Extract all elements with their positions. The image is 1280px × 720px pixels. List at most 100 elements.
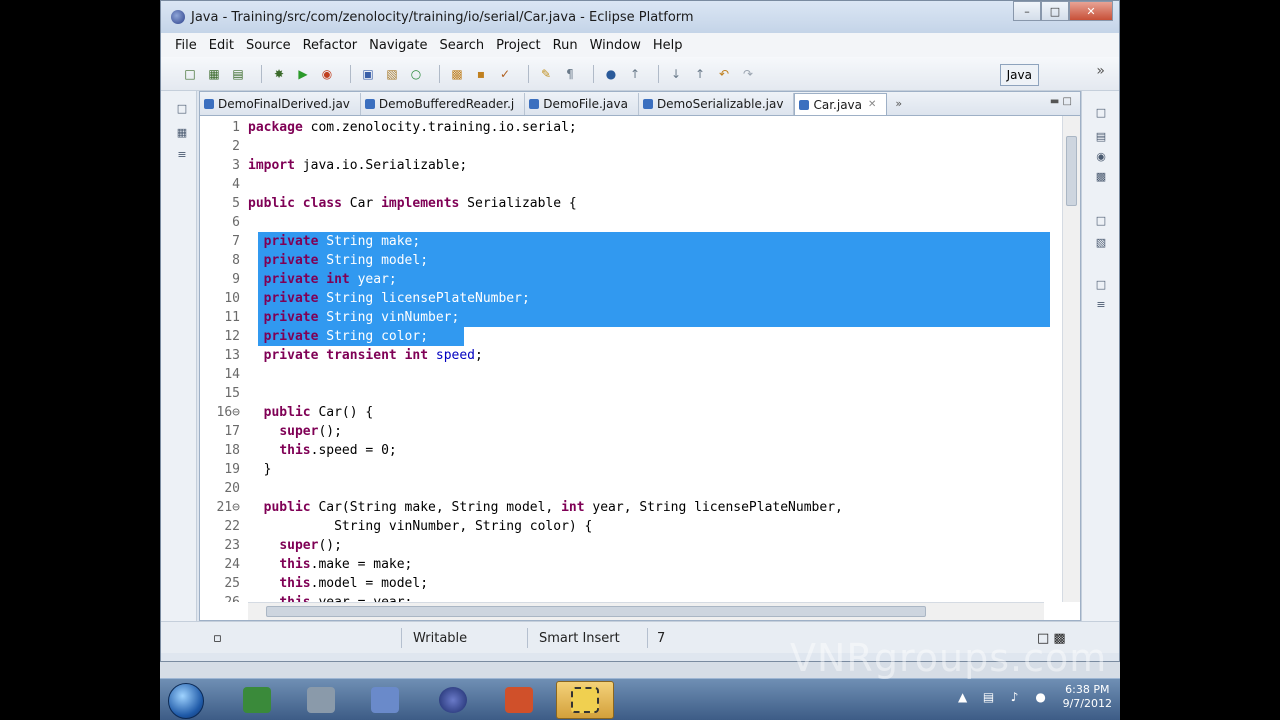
- taskbar-eclipse[interactable]: [424, 681, 482, 719]
- open-task-icon[interactable]: ▪: [472, 66, 490, 82]
- code-line[interactable]: 18 this.speed = 0;: [200, 441, 1052, 460]
- show-whitespace-icon[interactable]: ¶: [561, 66, 579, 82]
- globe-icon[interactable]: ●: [1033, 689, 1049, 705]
- code-line[interactable]: 7 private String make;: [200, 232, 1052, 251]
- horizontal-scroll-thumb[interactable]: [266, 606, 926, 617]
- tab-demofile[interactable]: DemoFile.java: [525, 93, 639, 115]
- taskbar-database[interactable]: [292, 681, 350, 719]
- code-line[interactable]: 2: [200, 137, 1052, 156]
- back-icon[interactable]: ↶: [715, 66, 733, 82]
- new-package-icon[interactable]: ▧: [383, 66, 401, 82]
- debug-icon[interactable]: ✸: [270, 66, 288, 82]
- menu-search[interactable]: Search: [439, 38, 484, 53]
- clock[interactable]: 6:38 PM 9/7/2012: [1063, 683, 1112, 711]
- tab-demoserializable[interactable]: DemoSerializable.jav: [639, 93, 795, 115]
- forward-icon[interactable]: ↷: [739, 66, 757, 82]
- tab-demofinalderived[interactable]: DemoFinalDerived.jav: [200, 93, 361, 115]
- menu-help[interactable]: Help: [653, 38, 683, 53]
- code-line[interactable]: 12 private String color;: [200, 327, 1052, 346]
- code-line[interactable]: 4: [200, 175, 1052, 194]
- previous-annotation-icon[interactable]: ↑: [691, 66, 709, 82]
- run-icon[interactable]: ▶: [294, 66, 312, 82]
- code-line[interactable]: 15: [200, 384, 1052, 403]
- taskbar-app[interactable]: [356, 681, 414, 719]
- taskbar-powerpoint[interactable]: [490, 681, 548, 719]
- code-line[interactable]: 19 }: [200, 460, 1052, 479]
- next-annotation-icon[interactable]: ↓: [667, 66, 685, 82]
- toggle-mark-occurrences-icon[interactable]: ✎: [537, 66, 555, 82]
- toolbar-separator: [528, 64, 529, 83]
- vertical-scroll-thumb[interactable]: [1066, 136, 1077, 206]
- code-line[interactable]: 13 private transient int speed;: [200, 346, 1052, 365]
- show-hidden-icons-icon[interactable]: ▲: [955, 689, 971, 705]
- new-class-icon[interactable]: ○: [407, 66, 425, 82]
- restore-icon[interactable]: □: [1094, 277, 1108, 291]
- save-icon[interactable]: ▦: [205, 66, 223, 82]
- perspective-java[interactable]: Java: [999, 64, 1039, 86]
- code-line[interactable]: 9 private int year;: [200, 270, 1052, 289]
- menu-run[interactable]: Run: [553, 38, 578, 53]
- tab-car[interactable]: Car.java ✕: [794, 93, 888, 115]
- code-line[interactable]: 6: [200, 213, 1052, 232]
- restore-icon[interactable]: □: [1094, 105, 1108, 119]
- search-icon[interactable]: ✓: [496, 66, 514, 82]
- menu-source[interactable]: Source: [246, 38, 291, 53]
- taskbar-command-prompt[interactable]: [228, 681, 286, 719]
- start-button[interactable]: [168, 683, 204, 719]
- vertical-scrollbar[interactable]: [1062, 116, 1080, 602]
- code-area[interactable]: 1 package com.zenolocity.training.io.seri…: [200, 116, 1062, 602]
- code-line[interactable]: 10 private String licensePlateNumber;: [200, 289, 1052, 308]
- code-line[interactable]: 1 package com.zenolocity.training.io.seri…: [200, 118, 1052, 137]
- network-icon[interactable]: ▤: [981, 689, 997, 705]
- editor-view-controls[interactable]: ▬ □: [1050, 96, 1072, 107]
- code-line[interactable]: 3 import java.io.Serializable;: [200, 156, 1052, 175]
- restore-icon[interactable]: □: [1094, 213, 1108, 227]
- print-icon[interactable]: ▤: [229, 66, 247, 82]
- external-tools-icon[interactable]: ◉: [318, 66, 336, 82]
- globe-icon[interactable]: ●: [602, 66, 620, 82]
- code-line[interactable]: 20: [200, 479, 1052, 498]
- code-line[interactable]: 22 String vinNumber, String color) {: [200, 517, 1052, 536]
- volume-icon[interactable]: ♪: [1007, 689, 1023, 705]
- close-button[interactable]: ✕: [1069, 1, 1113, 21]
- code-line[interactable]: 25 this.model = model;: [200, 574, 1052, 593]
- task-list-icon[interactable]: ▤: [1094, 129, 1108, 143]
- code-line[interactable]: 11 private String vinNumber;: [200, 308, 1052, 327]
- menu-navigate[interactable]: Navigate: [369, 38, 427, 53]
- taskbar-snipping-tool[interactable]: [556, 681, 614, 719]
- menu-file[interactable]: File: [175, 38, 197, 53]
- hierarchy-icon[interactable]: ≡: [175, 147, 189, 161]
- code-line[interactable]: 17 super();: [200, 422, 1052, 441]
- more-tabs-icon[interactable]: »: [895, 97, 902, 110]
- code-line[interactable]: 16⊖ public Car() {: [200, 403, 1052, 422]
- code-line[interactable]: 26 this.year = year;: [200, 593, 1052, 602]
- new-java-project-icon[interactable]: ▣: [359, 66, 377, 82]
- tab-close-icon[interactable]: ✕: [868, 99, 876, 110]
- maximize-button[interactable]: □: [1041, 1, 1069, 21]
- code-line[interactable]: 24 this.make = make;: [200, 555, 1052, 574]
- code-line[interactable]: 14: [200, 365, 1052, 384]
- code-line[interactable]: 23 super();: [200, 536, 1052, 555]
- outline-icon[interactable]: ◉: [1094, 149, 1108, 163]
- tab-label: Car.java: [813, 97, 863, 112]
- open-type-icon[interactable]: ▩: [448, 66, 466, 82]
- menu-edit[interactable]: Edit: [209, 38, 234, 53]
- restore-icon[interactable]: □: [175, 101, 189, 115]
- problems-icon[interactable]: ▩: [1094, 169, 1108, 183]
- new-icon[interactable]: □: [181, 66, 199, 82]
- menu-refactor[interactable]: Refactor: [303, 38, 358, 53]
- javadoc-icon[interactable]: ≡: [1094, 297, 1108, 311]
- tab-demobufferedreader[interactable]: DemoBufferedReader.j: [361, 93, 526, 115]
- horizontal-scrollbar[interactable]: [248, 602, 1044, 620]
- title-bar[interactable]: Java - Training/src/com/zenolocity/train…: [161, 1, 1119, 33]
- code-line[interactable]: 5 public class Car implements Serializabl…: [200, 194, 1052, 213]
- menu-window[interactable]: Window: [590, 38, 641, 53]
- console-icon[interactable]: ▧: [1094, 235, 1108, 249]
- package-explorer-icon[interactable]: ▦: [175, 125, 189, 139]
- toolbar-overflow-icon[interactable]: »: [1096, 63, 1105, 79]
- pin-icon[interactable]: ↑: [626, 66, 644, 82]
- code-line[interactable]: 8 private String model;: [200, 251, 1052, 270]
- menu-project[interactable]: Project: [496, 38, 540, 53]
- code-line[interactable]: 21⊖ public Car(String make, String model…: [200, 498, 1052, 517]
- minimize-button[interactable]: –: [1013, 1, 1041, 21]
